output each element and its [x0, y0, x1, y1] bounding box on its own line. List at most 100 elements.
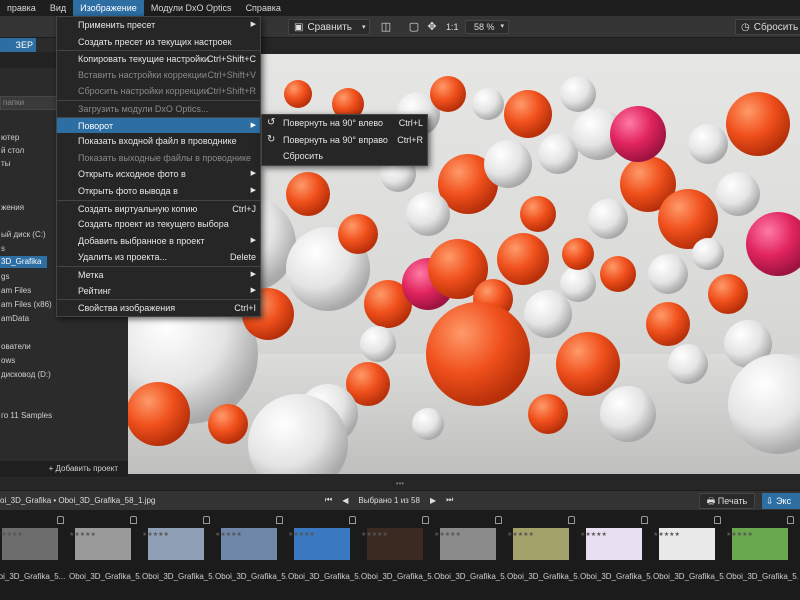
tree-item-dvd-drive-d[interactable]: дисковод (D:) [0, 369, 51, 381]
sphere [412, 408, 444, 440]
split-view-icon[interactable]: ◫ [379, 20, 393, 34]
tree-item-images[interactable]: жения [0, 202, 24, 214]
export-button[interactable]: ⇩ Экс [762, 493, 800, 509]
filmstrip-thumbnail[interactable]: ★★★★★ Oboi_3D_Grafika_5... [507, 514, 579, 588]
rating-stars-icon[interactable]: ★★★★★ [0, 532, 23, 538]
tree-item-program-files-x86[interactable]: am Files (x86) [0, 299, 52, 311]
panel-splitter[interactable]: ••• [0, 478, 800, 490]
image-menu-item[interactable]: Показать входной файл в проводнике [57, 133, 260, 150]
rotate-menu-item[interactable]: ↻ Повернуть на 90° вправо Ctrl+R [262, 132, 427, 149]
rotate-menu-item[interactable]: Сбросить [262, 148, 427, 165]
sphere [646, 302, 690, 346]
sphere [556, 332, 620, 396]
move-icon[interactable]: ✥ [425, 20, 439, 34]
image-menu-item[interactable]: Создать виртуальную копию Ctrl+J [57, 199, 260, 217]
rating-stars-icon[interactable]: ★★★★★ [653, 532, 680, 538]
image-menu: Применить пресет ▶ Создать пресет из текущ… [56, 16, 261, 317]
menu-item-shortcut: Ctrl+Shift+C [206, 54, 256, 65]
filmstrip-thumbnail[interactable]: ★★★★★ oi_3D_Grafika_5... [0, 514, 68, 588]
image-menu-item[interactable]: Копировать текущие настройки Ctrl+Shift+C [57, 50, 260, 67]
image-menu-item[interactable]: Рейтинг ▶ [57, 283, 260, 300]
rating-stars-icon[interactable]: ★★★★★ [507, 532, 534, 538]
print-button[interactable]: 🖶 Печать [699, 493, 755, 509]
sphere [688, 124, 728, 164]
menu-view[interactable]: Вид [43, 0, 73, 16]
image-menu-item[interactable]: Вставить настройки коррекции Ctrl+Shift+V [57, 67, 260, 84]
rating-stars-icon[interactable]: ★★★★★ [434, 532, 461, 538]
filmstrip: ★★★★★ oi_3D_Grafika_5... ★★★★★ Oboi_3D_Graf… [0, 510, 800, 600]
filmstrip-thumbnail[interactable]: ★★★★★ Oboi_3D_Grafika_5... [653, 514, 725, 588]
previous-image-icon[interactable]: ◀ [342, 496, 348, 505]
tree-item-desktop[interactable]: й стол [0, 145, 24, 157]
tree-item-local-disk-c[interactable]: ый диск (C:) [0, 229, 46, 241]
tree-item-documents[interactable]: ты [0, 158, 10, 170]
lock-icon [714, 516, 721, 524]
filmstrip-thumbnail[interactable]: ★★★★★ Oboi_3D_Grafika_5... [142, 514, 214, 588]
menu-dxo-modules[interactable]: Модули DxO Optics [144, 0, 239, 16]
reset-button[interactable]: ◷ Сбросить [735, 19, 800, 35]
rating-stars-icon[interactable]: ★★★★★ [142, 532, 169, 538]
sphere [528, 394, 568, 434]
image-menu-item[interactable]: Создать пресет из текущих настроек [57, 34, 260, 51]
image-menu-item[interactable]: Открыть исходное фото в ▶ [57, 166, 260, 183]
image-menu-item[interactable]: Показать выходные файлы в проводнике [57, 150, 260, 167]
image-menu-item[interactable]: Добавить выбранное в проект ▶ [57, 233, 260, 250]
filmstrip-thumbnail[interactable]: ★★★★★ Oboi_3D_Grafika_5... [288, 514, 360, 588]
first-image-icon[interactable]: ⏮ [325, 495, 332, 505]
tree-item-samples[interactable]: го 11 Samples [0, 410, 52, 422]
image-menu-item[interactable]: Сбросить настройки коррекции Ctrl+Shift+R [57, 83, 260, 100]
image-menu-item[interactable]: Применить пресет ▶ [57, 17, 260, 34]
filmstrip-thumbnail[interactable]: ★★★★★ Oboi_3D_Grafika_5... [215, 514, 287, 588]
compare-icon: ▣ [294, 21, 304, 33]
tree-item-folder[interactable]: s [0, 243, 5, 255]
image-menu-item[interactable]: Открыть фото вывода в ▶ [57, 183, 260, 200]
image-menu-item[interactable]: Создать проект из текущего выбора [57, 216, 260, 233]
next-image-icon[interactable]: ▶ [430, 496, 436, 505]
tree-item-users[interactable]: ователи [0, 341, 31, 353]
image-menu-item[interactable]: Поворот ▶ [57, 116, 260, 134]
rating-stars-icon[interactable]: ★★★★★ [69, 532, 96, 538]
sphere [610, 106, 666, 162]
lock-icon [349, 516, 356, 524]
filmstrip-thumbnail[interactable]: ★★★★★ Oboi_3D_Grafika_5... [434, 514, 506, 588]
rotate-menu-item[interactable]: ↺ Повернуть на 90° влево Ctrl+L [262, 115, 427, 132]
rating-stars-icon[interactable]: ★★★★★ [215, 532, 242, 538]
image-menu-item[interactable]: Свойства изображения Ctrl+I [57, 299, 260, 316]
filmstrip-toolbar: oi_3D_Grafika • Oboi_3D_Grafika_58_1.jpg… [0, 490, 800, 510]
filmstrip-thumbnail[interactable]: ★★★★★ Oboi_3D_Grafika_5... [580, 514, 652, 588]
filmstrip-thumbnail[interactable]: ★★★★★ Oboi_3D_Grafika_5... [726, 514, 798, 588]
submenu-arrow-icon: ▶ [250, 121, 256, 129]
menu-help[interactable]: Справка [239, 0, 288, 16]
rating-stars-icon[interactable]: ★★★★★ [288, 532, 315, 538]
menu-item-label: Применить пресет [78, 20, 156, 30]
tree-item-3d-grafika[interactable]: 3D_Grafika [0, 256, 48, 268]
image-menu-item[interactable]: Загрузить модули DxO Optics... [57, 99, 260, 117]
menu-image[interactable]: Изображение [73, 0, 144, 16]
chevron-down-icon[interactable]: ▾ [362, 23, 366, 31]
thumbnail-filename: Oboi_3D_Grafika_5... [361, 572, 433, 581]
filmstrip-thumbnail[interactable]: ★★★★★ Oboi_3D_Grafika_5... [69, 514, 141, 588]
compare-button[interactable]: ▣ Сравнить ▾ [288, 19, 370, 35]
tree-item-folder[interactable]: gs [0, 271, 9, 283]
zoom-ratio[interactable]: 1:1 [446, 22, 459, 32]
tree-item-program-files[interactable]: am Files [0, 285, 31, 297]
tree-item-computer[interactable]: ютер [0, 132, 19, 144]
last-image-icon[interactable]: ⏭ [446, 495, 453, 505]
menu-edit[interactable]: правка [0, 0, 43, 16]
selection-count: Выбрано 1 из 58 [358, 495, 420, 505]
crop-fit-icon[interactable]: ▢ [407, 20, 421, 34]
menu-item-label: Копировать текущие настройки [78, 54, 210, 65]
rating-stars-icon[interactable]: ★★★★★ [361, 532, 388, 538]
image-menu-item[interactable]: Удалить из проекта... Delete [57, 249, 260, 266]
menu-item-label: Сбросить настройки коррекции [78, 86, 209, 97]
rating-stars-icon[interactable]: ★★★★★ [726, 532, 753, 538]
tree-item-programdata[interactable]: amData [0, 313, 29, 325]
tree-item-windows[interactable]: ows [0, 355, 15, 367]
image-menu-item[interactable]: Метка ▶ [57, 265, 260, 283]
filmstrip-thumbnail[interactable]: ★★★★★ Oboi_3D_Grafika_5... [361, 514, 433, 588]
add-project-button[interactable]: + Добавить проект [0, 461, 128, 477]
zoom-select[interactable]: 58 % ▾ [465, 20, 509, 34]
rating-stars-icon[interactable]: ★★★★★ [580, 532, 607, 538]
panel-tab-explorer[interactable]: ЗЕР [0, 38, 36, 52]
sphere [648, 254, 688, 294]
